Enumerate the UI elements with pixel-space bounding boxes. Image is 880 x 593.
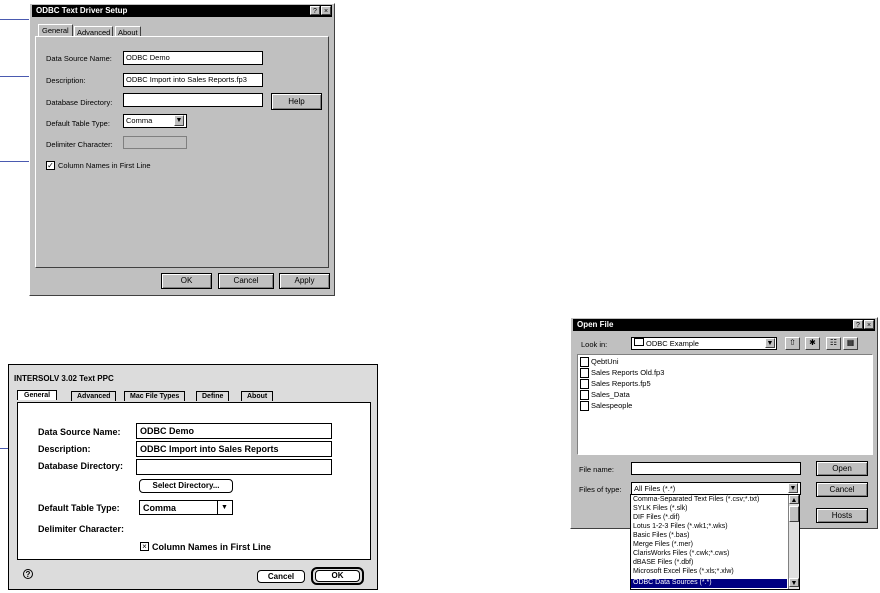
tab-about[interactable]: About <box>115 26 141 37</box>
database-directory-label: Database Directory: <box>46 98 113 107</box>
scroll-up-icon[interactable]: ▲ <box>789 495 799 504</box>
look-in-value: ODBC Example <box>646 339 699 348</box>
dropdown-option[interactable]: Basic Files (*.bas) <box>631 532 787 541</box>
dialog-titlebar: ODBC Text Driver Setup <box>32 5 332 17</box>
default-table-type-value: Comma <box>126 116 153 125</box>
column-names-checkbox[interactable]: ✓ <box>46 161 55 170</box>
tab-panel <box>35 36 329 268</box>
column-names-label: Column Names in First Line <box>58 161 151 170</box>
folder-icon <box>634 338 644 346</box>
hosts-button[interactable]: Hosts <box>816 508 868 523</box>
mac-column-names-checkbox[interactable]: × <box>140 542 149 551</box>
list-item[interactable]: Sales Reports Old.fp3 <box>580 368 664 379</box>
mac-cancel-button[interactable]: Cancel <box>257 570 305 583</box>
file-icon <box>580 401 589 412</box>
look-in-label: Look in: <box>581 340 608 349</box>
new-folder-icon[interactable]: ✱ <box>805 337 820 350</box>
list-item[interactable]: QebtUni <box>580 357 619 368</box>
mac-data-source-name-input[interactable]: ODBC Demo <box>136 423 332 439</box>
dropdown-option[interactable]: Merge Files (*.mer) <box>631 541 787 550</box>
chevron-down-icon[interactable]: ▼ <box>174 115 184 126</box>
up-folder-icon[interactable]: ⇧ <box>785 337 800 350</box>
mac-dialog-title: INTERSOLV 3.02 Text PPC <box>14 374 114 383</box>
apply-button[interactable]: Apply <box>279 273 330 289</box>
database-directory-input[interactable] <box>123 93 263 107</box>
open-file-titlebar: Open File <box>573 319 875 331</box>
mac-column-names-label: Column Names in First Line <box>152 542 272 552</box>
open-file-title: Open File <box>577 320 614 329</box>
open-file-cancel-button[interactable]: Cancel <box>816 482 868 497</box>
dropdown-option[interactable]: dBASE Files (*.dbf) <box>631 559 787 568</box>
mac-database-directory-input[interactable] <box>136 459 332 475</box>
list-item[interactable]: Sales Reports.fp5 <box>580 379 651 390</box>
delimiter-character-input[interactable] <box>123 136 187 149</box>
files-of-type-dropdown[interactable]: Comma-Separated Text Files (*.csv;*.txt)… <box>630 494 800 590</box>
dropdown-option[interactable]: Lotus 1-2-3 Files (*.wk1;*.wks) <box>631 523 787 532</box>
file-name-input[interactable] <box>631 462 801 475</box>
select-directory-button[interactable]: Select Directory... <box>139 479 233 493</box>
mac-ok-button[interactable]: OK <box>315 570 360 582</box>
tab-general[interactable]: General <box>38 24 73 36</box>
intersolv-text-ppc-dialog: INTERSOLV 3.02 Text PPC General Advanced… <box>8 364 378 590</box>
dropdown-option[interactable]: Comma-Separated Text Files (*.csv;*.txt) <box>631 496 787 505</box>
files-of-type-label: Files of type: <box>579 485 622 494</box>
help-icon[interactable]: ? <box>23 569 33 579</box>
open-button[interactable]: Open <box>816 461 868 476</box>
file-icon <box>580 368 589 379</box>
file-icon <box>580 379 589 390</box>
file-icon <box>580 357 589 368</box>
ok-button[interactable]: OK <box>161 273 212 289</box>
mac-database-directory-label: Database Directory: <box>38 461 124 471</box>
cancel-button[interactable]: Cancel <box>218 273 274 289</box>
look-in-chevron-down-icon[interactable]: ▼ <box>765 338 775 348</box>
file-name-label: File name: <box>579 465 615 474</box>
data-source-name-label: Data Source Name: <box>46 54 112 63</box>
scroll-down-icon[interactable]: ▼ <box>789 578 799 587</box>
description-input[interactable]: ODBC Import into Sales Reports.fp3 <box>123 73 263 87</box>
close-title-button[interactable]: × <box>321 6 331 15</box>
mac-chevron-down-icon[interactable]: ▼ <box>217 501 231 514</box>
details-view-icon[interactable]: ▦ <box>843 337 858 350</box>
mac-delimiter-character-label: Delimiter Character: <box>38 524 125 534</box>
description-label: Description: <box>46 76 86 85</box>
files-of-type-chevron-down-icon[interactable]: ▼ <box>788 483 798 493</box>
mac-tab-define[interactable]: Define <box>196 391 230 401</box>
dropdown-scrollbar[interactable]: ▲ ▼ <box>788 495 799 589</box>
mac-tab-mac-file-types[interactable]: Mac File Types <box>124 391 186 401</box>
scroll-thumb[interactable] <box>789 506 799 522</box>
list-item[interactable]: Sales_Data <box>580 390 630 401</box>
list-item[interactable]: Salespeople <box>580 401 632 412</box>
tab-advanced[interactable]: Advanced <box>74 26 114 37</box>
default-table-type-label: Default Table Type: <box>46 119 110 128</box>
look-in-select[interactable]: ODBC Example <box>631 337 777 350</box>
file-list[interactable]: QebtUni Sales Reports Old.fp3 Sales Repo… <box>577 354 873 455</box>
mac-default-table-type-value: Comma <box>143 503 177 513</box>
open-file-help-title-button[interactable]: ? <box>853 320 863 329</box>
mac-description-input[interactable]: ODBC Import into Sales Reports <box>136 441 332 457</box>
help-button[interactable]: Help <box>271 93 322 110</box>
help-title-button[interactable]: ? <box>310 6 320 15</box>
list-view-icon[interactable]: ☷ <box>826 337 841 350</box>
dialog-title: ODBC Text Driver Setup <box>36 6 128 15</box>
mac-tab-about[interactable]: About <box>241 391 274 401</box>
dropdown-option-selected[interactable]: ODBC Data Sources (*.*) <box>631 579 787 588</box>
dropdown-option[interactable]: SYLK Files (*.slk) <box>631 505 787 514</box>
mac-data-source-name-label: Data Source Name: <box>38 427 121 437</box>
mac-default-table-type-label: Default Table Type: <box>38 503 120 513</box>
open-file-close-title-button[interactable]: × <box>864 320 874 329</box>
dropdown-option[interactable]: DIF Files (*.dif) <box>631 514 787 523</box>
mac-tab-general[interactable]: General <box>17 390 58 400</box>
dropdown-option[interactable]: Microsoft Excel Files (*.xls;*.xlw) <box>631 568 787 577</box>
data-source-name-input[interactable]: ODBC Demo <box>123 51 263 65</box>
delimiter-character-label: Delimiter Character: <box>46 140 113 149</box>
mac-description-label: Description: <box>38 444 91 454</box>
file-icon <box>580 390 589 401</box>
odbc-text-driver-setup-dialog: ODBC Text Driver Setup ? × General Advan… <box>29 3 335 296</box>
mac-tab-advanced[interactable]: Advanced <box>71 391 117 401</box>
dropdown-option[interactable]: ClarisWorks Files (*.cwk;*.cws) <box>631 550 787 559</box>
